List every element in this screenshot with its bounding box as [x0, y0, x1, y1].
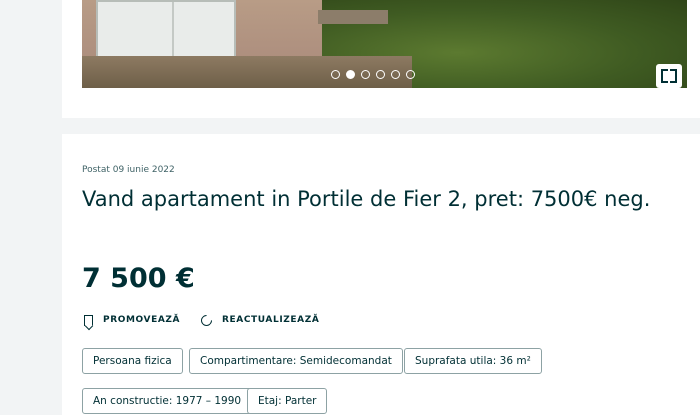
- tag-floor[interactable]: Etaj: Parter: [247, 388, 328, 414]
- gallery-dot-1[interactable]: [331, 70, 340, 79]
- tag-construction-year[interactable]: An constructie: 1977 – 1990: [82, 388, 253, 414]
- gallery-dot-5[interactable]: [391, 70, 400, 79]
- gallery-dot-3[interactable]: [361, 70, 370, 79]
- expand-icon[interactable]: [656, 64, 682, 88]
- photo-door: [96, 0, 236, 62]
- refresh-icon: [198, 312, 215, 328]
- tag-seller-type[interactable]: Persoana fizica: [82, 348, 183, 374]
- tag-layout[interactable]: Compartimentare: Semidecomandat: [189, 348, 403, 374]
- gallery-dots: [331, 70, 415, 83]
- gallery-dot-6[interactable]: [406, 70, 415, 79]
- photo-steps: [318, 10, 388, 24]
- gallery-dot-4[interactable]: [376, 70, 385, 79]
- promote-label: PROMOVEAZĂ: [103, 315, 181, 325]
- listing-price: 7 500 €: [82, 263, 195, 294]
- posted-date: Postat 09 iunie 2022: [82, 165, 175, 175]
- refresh-button[interactable]: REACTUALIZEAZĂ: [198, 312, 320, 328]
- bookmark-icon: [84, 314, 93, 326]
- promote-button[interactable]: PROMOVEAZĂ: [84, 312, 180, 328]
- gallery-dot-2[interactable]: [346, 70, 355, 79]
- listing-title: Vand apartament in Portile de Fier 2, pr…: [82, 187, 651, 211]
- refresh-label: REACTUALIZEAZĂ: [222, 315, 320, 325]
- tag-area[interactable]: Suprafata utila: 36 m²: [404, 348, 542, 374]
